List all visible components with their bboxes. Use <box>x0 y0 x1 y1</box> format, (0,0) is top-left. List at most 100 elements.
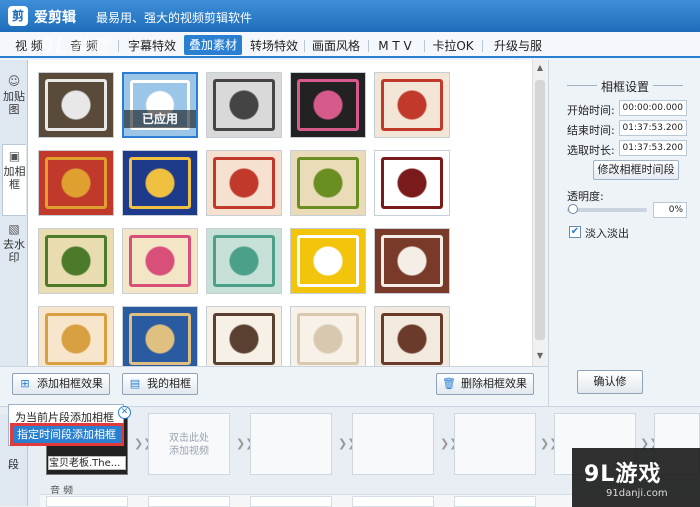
add-frame-popup-menu: 为当前片段添加相框 指定时间段添加相框 <box>8 404 124 446</box>
close-icon[interactable]: ✕ <box>118 406 131 419</box>
tab-separator <box>424 40 425 52</box>
frame-thumbnail-art <box>45 235 107 287</box>
scroll-down-icon[interactable]: ▼ <box>534 350 546 362</box>
delete-frame-effect-button[interactable]: 🗑 删除相框效果 <box>436 373 534 395</box>
modify-time-range-button[interactable]: 修改相框时间段 <box>593 160 679 180</box>
frame-thumbnail[interactable] <box>206 72 282 138</box>
menu-item-current-segment[interactable]: 为当前片段添加相框 <box>15 409 114 425</box>
frame-thumbnail-art <box>213 235 275 287</box>
frame-thumbnail-art <box>297 235 359 287</box>
audio-slot[interactable] <box>454 496 536 507</box>
tab-mtv[interactable]: M T V <box>370 36 420 56</box>
scrollbar-thumb[interactable] <box>535 80 545 340</box>
frame-thumbnail[interactable] <box>38 72 114 138</box>
frame-thumbnail[interactable] <box>38 228 114 294</box>
segment-tab-label: 段 <box>8 458 19 471</box>
add-video-placeholder[interactable]: 双击此处 添加视频 <box>148 413 230 475</box>
frame-thumbnail[interactable] <box>290 306 366 366</box>
end-time-label: 结束时间: <box>567 124 615 137</box>
tab-upgrade-service[interactable]: 升级与服务 <box>486 36 550 73</box>
confirm-modify-button[interactable]: 确认修 <box>577 370 643 394</box>
tab-separator <box>482 40 483 52</box>
frame-thumbnail[interactable] <box>290 150 366 216</box>
start-time-label: 开始时间: <box>567 104 615 117</box>
tab-karaoke[interactable]: 卡拉OK <box>428 36 478 56</box>
tab-separator <box>368 40 369 52</box>
applied-badge: 已应用 <box>124 110 196 128</box>
delete-frame-effect-label: 删除相框效果 <box>461 377 527 390</box>
frame-thumbnail[interactable] <box>122 150 198 216</box>
frame-icon: ▣ <box>8 149 21 163</box>
start-time-field[interactable]: 00:00:00.000 <box>619 100 687 116</box>
frame-toolbar: ⊞ 添加相框效果 ▤ 我的相框 🗑 删除相框效果 <box>0 366 548 406</box>
my-frames-button[interactable]: ▤ 我的相框 <box>122 373 198 395</box>
frame-thumbnail[interactable] <box>374 306 450 366</box>
tab-picture-style[interactable]: 画面风格 <box>308 36 364 56</box>
title-bar: 剪 爱剪辑 最易用、强大的视频剪辑软件 <box>0 0 700 32</box>
frame-thumbnail-art <box>213 79 275 131</box>
frame-thumbnail[interactable] <box>290 72 366 138</box>
clip-name-label: 宝贝老板.The... <box>48 456 126 470</box>
frame-thumbnail[interactable] <box>374 228 450 294</box>
empty-clip-slot[interactable] <box>250 413 332 475</box>
end-time-field[interactable]: 01:37:53.200 <box>619 120 687 136</box>
tab-overlay-material[interactable]: 叠加素材 <box>184 35 242 55</box>
frame-thumbnail-art <box>381 157 443 209</box>
brand-watermark: 9L游戏 91danji.com <box>572 448 700 507</box>
tab-transition-effects[interactable]: 转场特效 <box>246 36 302 56</box>
opacity-value-field[interactable]: 0% <box>653 202 687 218</box>
sticker-icon: ☺ <box>7 74 21 88</box>
brand-url: 91danji.com <box>606 488 668 499</box>
remove-watermark-icon: ▧ <box>8 222 20 236</box>
opacity-slider[interactable] <box>567 208 647 212</box>
frame-thumbnail[interactable] <box>38 306 114 366</box>
add-frame-effect-label: 添加相框效果 <box>37 377 103 390</box>
app-logo-icon: 剪 <box>8 6 28 26</box>
side-tab-add-frame[interactable]: ▣ 加相框 <box>2 144 26 216</box>
audio-slot[interactable] <box>352 496 434 507</box>
side-tab-label: 去水印 <box>3 238 25 264</box>
frame-thumbnail-art <box>45 313 107 365</box>
frame-thumbnail-art <box>129 157 191 209</box>
add-frame-effect-button[interactable]: ⊞ 添加相框效果 <box>12 373 110 395</box>
app-slogan: 最易用、强大的视频剪辑软件 <box>96 11 253 25</box>
frame-thumbnail-art <box>129 313 191 365</box>
side-tab-label: 加相框 <box>3 165 26 191</box>
tab-subtitle-effects[interactable]: 字幕特效 <box>124 36 180 56</box>
frame-thumbnail[interactable] <box>374 150 450 216</box>
duration-field[interactable]: 01:37:53.200 <box>619 140 687 156</box>
frame-thumbnail-art <box>213 157 275 209</box>
side-tab-bar: ☺ 加贴图 ▣ 加相框 ▧ 去水印 <box>0 60 28 400</box>
side-tab-add-sticker[interactable]: ☺ 加贴图 <box>2 70 26 142</box>
frame-thumbnail[interactable] <box>206 150 282 216</box>
frame-thumbnail[interactable] <box>374 72 450 138</box>
frame-thumbnail-art <box>297 313 359 365</box>
frame-thumbnail[interactable]: 已应用 <box>122 72 198 138</box>
frame-thumbnail[interactable] <box>206 306 282 366</box>
fade-label: 淡入淡出 <box>585 227 629 240</box>
frame-thumbnail[interactable] <box>38 150 114 216</box>
audio-slot[interactable] <box>46 496 128 507</box>
side-tab-remove-watermark[interactable]: ▧ 去水印 <box>2 218 26 290</box>
brand-logo: 9L游戏 <box>584 462 662 487</box>
frame-gallery: 已应用 <box>28 60 546 366</box>
scroll-up-icon[interactable]: ▲ <box>534 62 546 74</box>
empty-clip-slot[interactable] <box>454 413 536 475</box>
frame-thumbnail[interactable] <box>290 228 366 294</box>
frame-thumbnail[interactable] <box>122 228 198 294</box>
menu-item-specified-range[interactable]: 指定时间段添加相框 <box>10 423 124 446</box>
tab-separator <box>118 40 119 52</box>
frame-thumbnail[interactable] <box>122 306 198 366</box>
fade-checkbox[interactable]: ✔ <box>569 226 581 238</box>
app-name: 爱剪辑 <box>34 10 76 26</box>
gallery-scrollbar[interactable]: ▲ ▼ <box>532 60 546 366</box>
audio-slot[interactable] <box>250 496 332 507</box>
frame-thumbnail[interactable] <box>206 228 282 294</box>
opacity-slider-knob[interactable] <box>568 204 578 214</box>
frame-settings-panel: 相框设置 开始时间: 00:00:00.000 结束时间: 01:37:53.2… <box>548 60 700 406</box>
duration-label: 选取时长: <box>567 144 615 157</box>
audio-slot[interactable] <box>148 496 230 507</box>
empty-clip-slot[interactable] <box>352 413 434 475</box>
frame-thumbnail-art <box>297 79 359 131</box>
side-tab-label: 加贴图 <box>3 90 25 116</box>
